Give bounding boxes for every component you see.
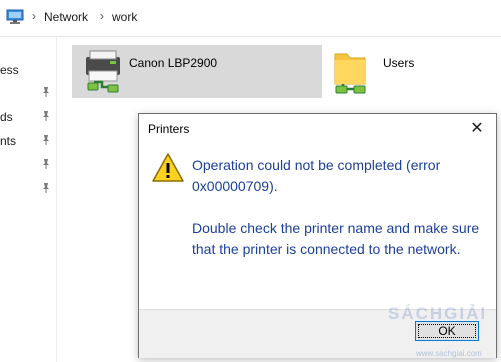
shared-folder-label[interactable]: Users xyxy=(383,56,414,70)
breadcrumb-network[interactable]: Network xyxy=(44,10,88,24)
navigation-pane[interactable]: ess ds nts xyxy=(0,37,57,362)
printers-error-dialog: Printers ✕ Operation could not be comple… xyxy=(138,113,497,358)
dialog-title: Printers xyxy=(148,122,190,136)
ok-button[interactable]: OK xyxy=(415,321,479,341)
address-bar[interactable]: › Network › work xyxy=(0,0,501,37)
nav-item-downloads[interactable]: ds xyxy=(0,110,13,124)
breadcrumb-work[interactable]: work xyxy=(112,10,137,24)
nav-item-documents[interactable]: nts xyxy=(0,134,16,148)
nav-item-quick-access[interactable]: ess xyxy=(0,63,19,77)
pin-icon xyxy=(43,111,49,121)
breadcrumb-separator: › xyxy=(100,9,104,23)
shared-folder-icon[interactable] xyxy=(331,46,371,96)
pin-icon xyxy=(43,87,49,97)
dialog-button-bar: OK xyxy=(139,309,496,358)
pin-icon xyxy=(43,183,49,193)
warning-icon xyxy=(152,153,184,182)
breadcrumb-separator: › xyxy=(32,9,36,23)
error-message: Operation could not be completed (error … xyxy=(192,157,441,194)
error-hint-message: Double check the printer name and make s… xyxy=(192,220,480,257)
printer-item-canon-lbp2900[interactable]: Canon LBP2900 xyxy=(72,45,322,98)
pin-icon xyxy=(43,135,49,145)
pin-icon xyxy=(43,159,49,169)
close-icon[interactable]: ✕ xyxy=(462,117,492,141)
printer-name-label: Canon LBP2900 xyxy=(129,56,218,70)
computer-icon xyxy=(6,9,24,24)
network-printer-icon xyxy=(86,50,120,93)
